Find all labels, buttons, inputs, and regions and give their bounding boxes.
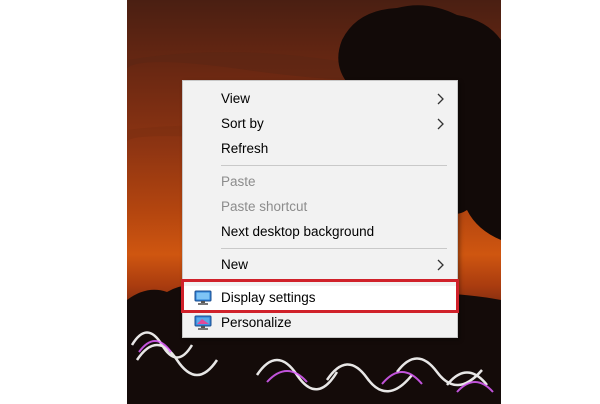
menu-item-paste[interactable]: Paste [183,170,457,194]
menu-item-label: Paste shortcut [221,199,308,214]
menu-item-label: View [221,91,251,106]
menu-separator [221,248,447,249]
menu-item-label: Refresh [221,141,269,156]
menu-item-personalize[interactable]: Personalize [183,311,457,335]
menu-item-new[interactable]: New [183,253,457,277]
chevron-right-icon [437,259,444,271]
menu-item-label: Sort by [221,116,264,131]
screenshot-frame: View Sort by Refresh Paste Paste shortcu… [0,0,600,404]
menu-item-sort-by[interactable]: Sort by [183,112,457,136]
menu-item-label: New [221,257,249,272]
personalize-monitor-icon [194,315,212,330]
menu-item-refresh[interactable]: Refresh [183,137,457,161]
menu-item-label: Paste [221,174,256,189]
menu-item-label: Personalize [221,315,292,330]
menu-item-next-desktop-background[interactable]: Next desktop background [183,220,457,244]
display-settings-highlight-box [181,279,459,313]
chevron-right-icon [437,93,444,105]
menu-item-view[interactable]: View [183,87,457,111]
menu-item-paste-shortcut[interactable]: Paste shortcut [183,195,457,219]
menu-item-label: Next desktop background [221,224,375,239]
chevron-right-icon [437,118,444,130]
menu-separator [221,165,447,166]
